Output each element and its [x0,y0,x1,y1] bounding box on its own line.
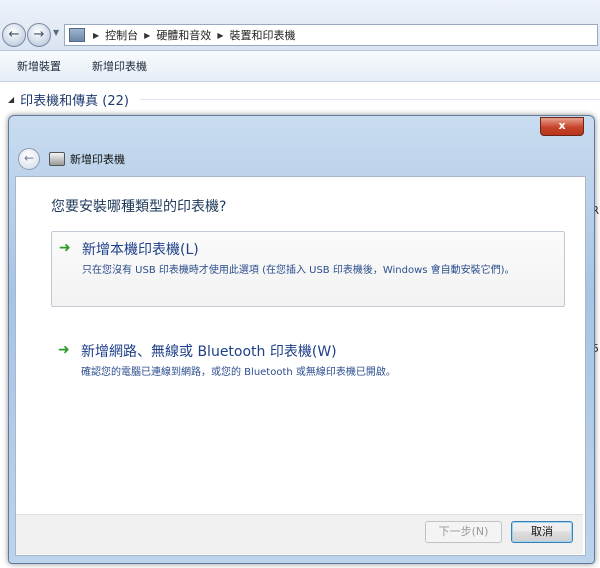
add-local-printer-option[interactable]: ➜ 新增本機印表機(L) 只在您沒有 USB 印表機時才使用此選項 (在您插入 … [51,231,565,307]
option-description: 確認您的電腦已連線到網路，或您的 Bluetooth 或無線印表機已開啟。 [81,367,396,378]
breadcrumb-separator-icon: ▶ [144,30,151,40]
close-button[interactable]: x [540,117,584,136]
back-arrow-icon[interactable]: ← [2,23,26,47]
dialog-title: 新增印表機 [70,153,125,166]
option-title[interactable]: 新增網路、無線或 Bluetooth 印表機(W) [81,341,337,361]
add-network-printer-option[interactable]: ➜ 新增網路、無線或 Bluetooth 印表機(W) 確認您的電腦已連線到網路… [51,334,565,410]
explorer-toolbar: ← → ▼ ▶ 控制台 ▶ 硬體和音效 ▶ 裝置和印表機 [0,0,600,51]
address-bar[interactable]: ▶ 控制台 ▶ 硬體和音效 ▶ 裝置和印表機 [64,24,598,46]
group-header-label: 印表機和傳真 (22) [20,94,129,109]
breadcrumb-item[interactable]: 裝置和印表機 [229,27,295,43]
forward-arrow-icon[interactable]: → [27,23,51,47]
breadcrumb-separator-icon: ▶ [93,30,100,40]
option-description: 只在您沒有 USB 印表機時才使用此選項 (在您插入 USB 印表機後，Wind… [82,265,515,276]
breadcrumb-item[interactable]: 硬體和音效 [156,27,211,43]
chevron-down-icon[interactable]: ▼ [53,28,59,37]
green-arrow-icon: ➜ [58,342,70,358]
control-panel-icon [69,28,85,42]
collapse-triangle-icon[interactable]: ◢ [8,95,14,104]
next-button[interactable]: 下一步(N) [425,521,502,543]
add-printer-button[interactable]: 新增印表機 [75,58,161,74]
cancel-button[interactable]: 取消 [511,521,573,543]
option-title[interactable]: 新增本機印表機(L) [82,239,199,259]
dialog-header: ← 新增印表機 [14,144,584,174]
page-question: 您要安裝哪種類型的印表機? [51,199,227,215]
command-bar: 新增裝置 新增印表機 [0,51,600,82]
add-device-button[interactable]: 新增裝置 [0,58,75,74]
back-arrow-icon[interactable]: ← [18,148,40,170]
breadcrumb-item[interactable]: 控制台 [105,27,138,43]
breadcrumb-separator-icon: ▶ [217,30,224,40]
printers-group-header[interactable]: ◢ 印表機和傳真 (22) [8,90,129,109]
green-arrow-icon: ➜ [59,240,71,256]
printer-icon [49,152,65,166]
group-divider [140,99,600,100]
